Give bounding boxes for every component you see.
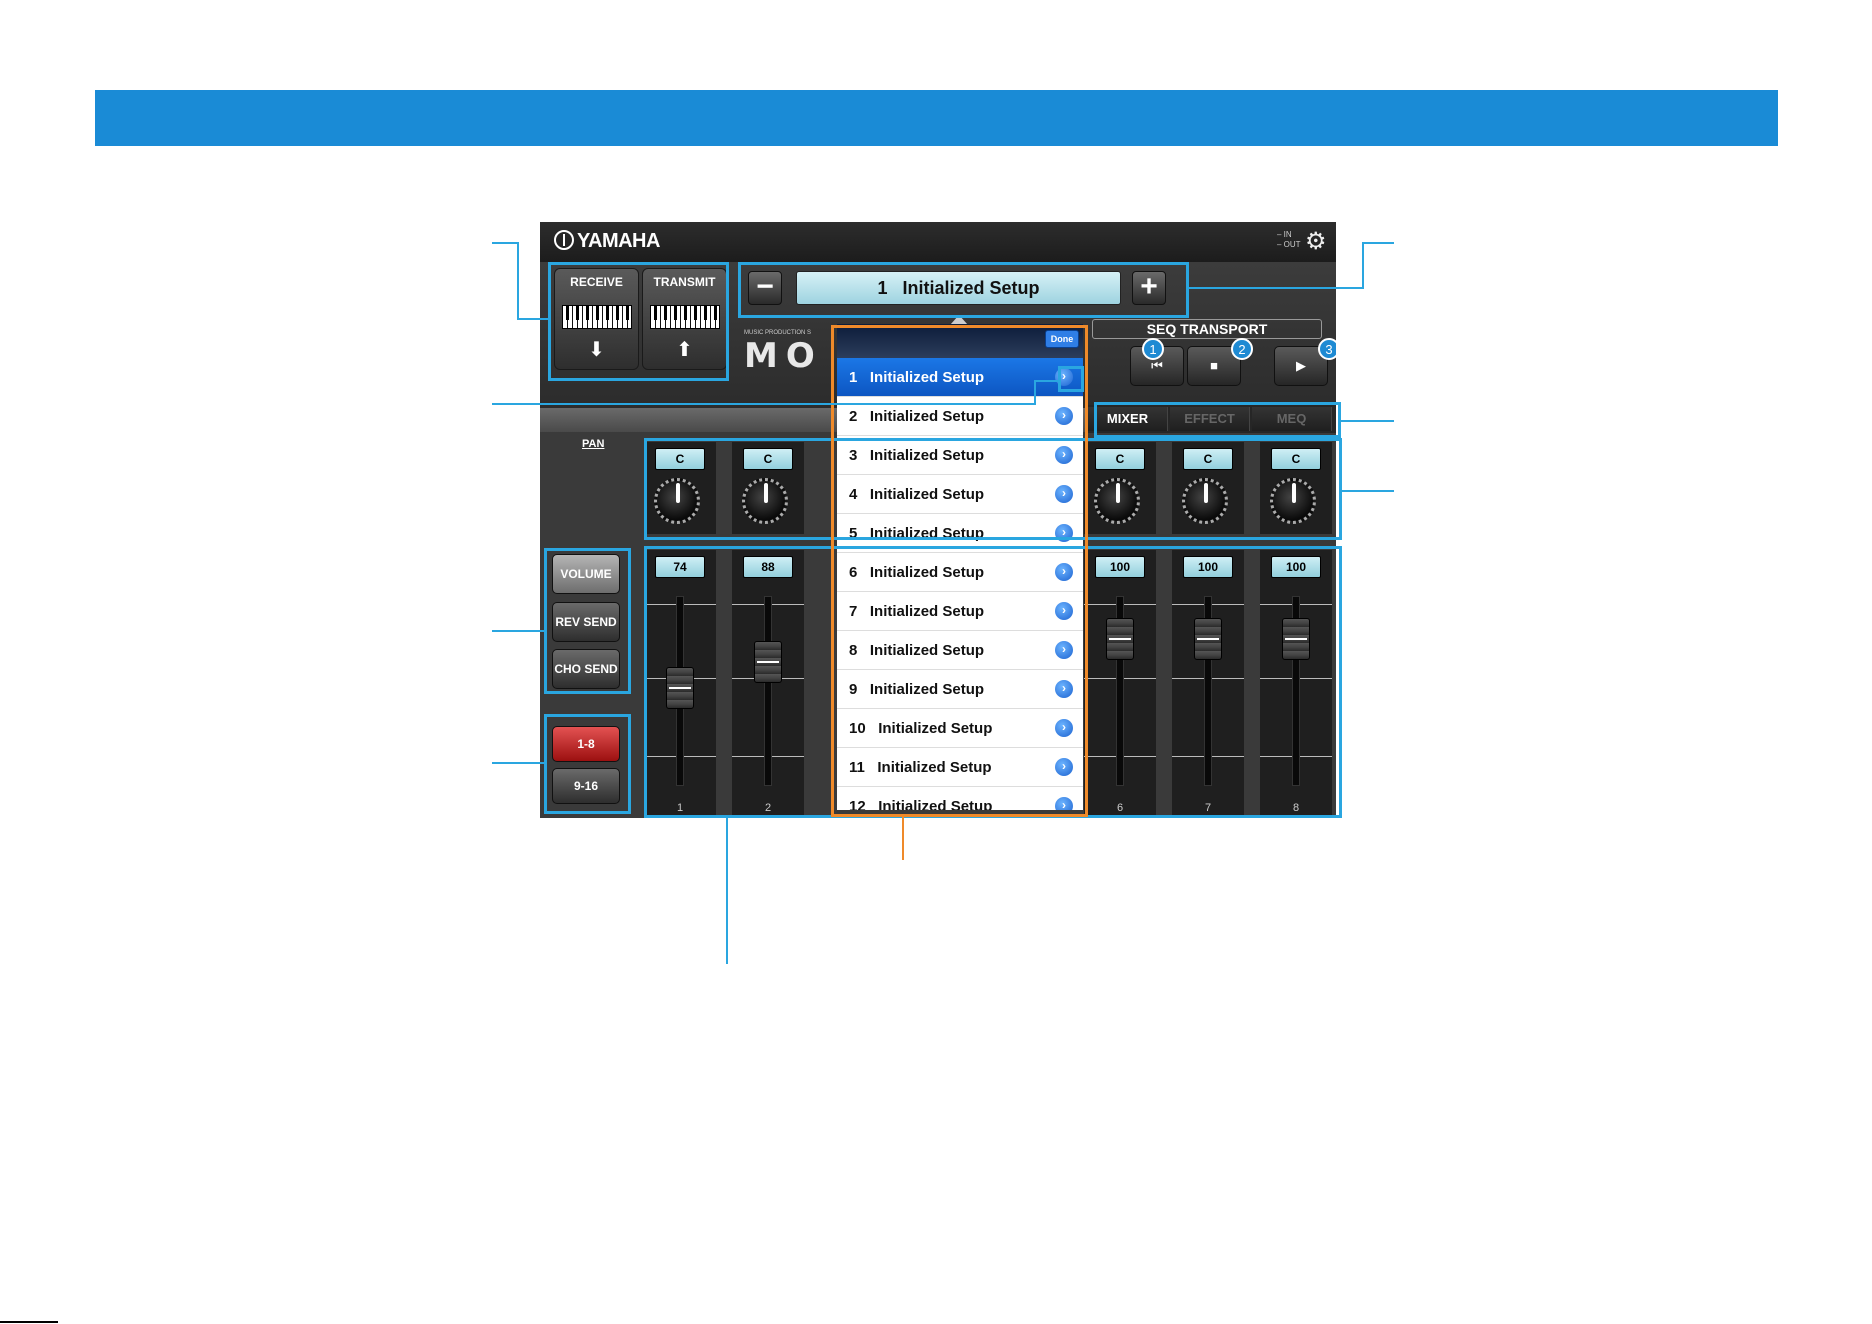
in-label: IN <box>1283 230 1292 239</box>
callout-side-buttons <box>544 548 631 694</box>
leader-line <box>492 762 546 764</box>
pan-label: PAN <box>582 438 605 450</box>
leader-line <box>492 630 546 632</box>
top-bar: YAMAHA – IN – OUT ⚙ <box>540 222 1336 262</box>
leader-line <box>1339 420 1394 422</box>
midi-io-indicator: – IN – OUT <box>1277 230 1301 249</box>
callout-part-buttons <box>544 714 631 814</box>
gear-icon[interactable]: ⚙ <box>1305 230 1327 254</box>
leader-line <box>902 816 904 860</box>
seq-transport-title: SEQ TRANSPORT <box>1092 319 1322 339</box>
header-banner <box>95 90 1778 146</box>
yamaha-logo: YAMAHA <box>554 230 660 253</box>
leader-line <box>1187 287 1364 289</box>
callout-tabs <box>1094 402 1341 438</box>
callout-setup-list <box>831 325 1088 817</box>
leader-line <box>1340 490 1394 492</box>
leader-line <box>492 242 519 244</box>
leader-line <box>726 816 728 964</box>
tuning-fork-icon <box>554 230 574 250</box>
leader-line <box>1034 380 1060 382</box>
callout-badge: 3 <box>1318 338 1336 360</box>
leader-line <box>517 242 519 320</box>
callout-setup-selector <box>738 262 1189 318</box>
leader-line <box>517 318 550 320</box>
callout-badge: 1 <box>1142 338 1164 360</box>
page-marker <box>0 1321 58 1323</box>
callout-receive-transmit <box>548 262 729 381</box>
leader-line <box>1362 242 1394 244</box>
leader-line <box>492 403 1036 405</box>
brand-text: YAMAHA <box>577 230 660 252</box>
out-label: OUT <box>1283 240 1301 249</box>
callout-badge: 2 <box>1231 338 1253 360</box>
product-logo: MO <box>744 336 823 376</box>
leader-line <box>1034 380 1036 405</box>
leader-line <box>1362 242 1364 289</box>
